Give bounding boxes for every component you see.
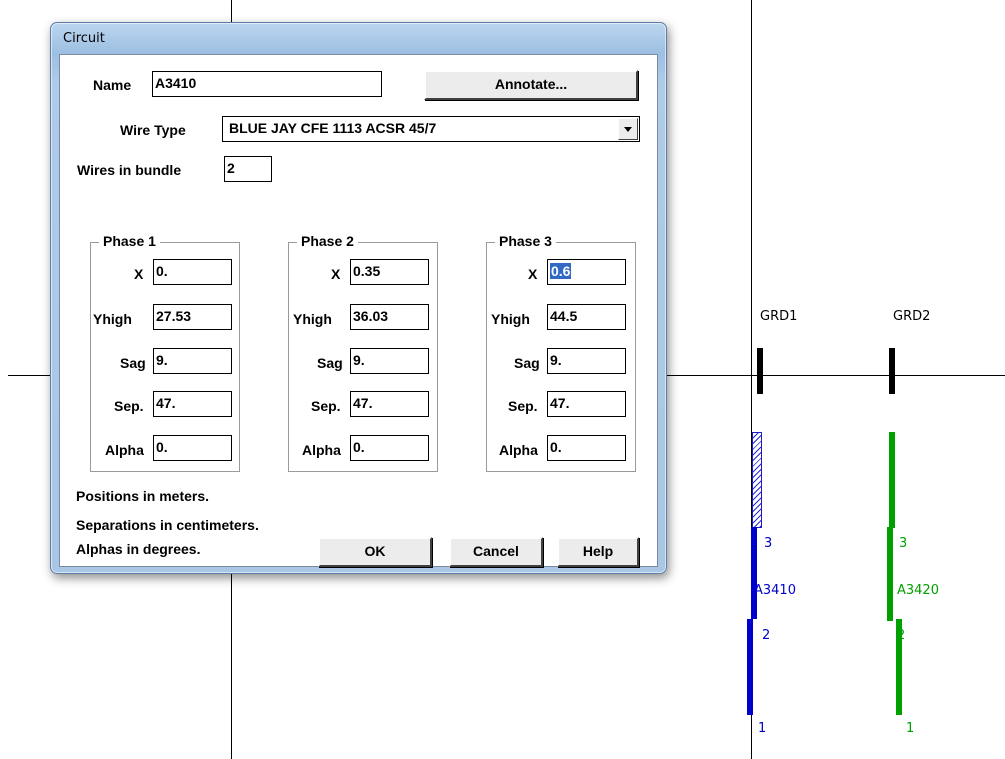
phase-1-sep-input[interactable]: 47. bbox=[153, 391, 232, 417]
circuit-a3410-name: A3410 bbox=[754, 583, 796, 598]
phase-2-sag-label: Sag bbox=[317, 355, 343, 371]
phase-1-yhigh-label: Yhigh bbox=[93, 311, 132, 327]
phase-1-x-input[interactable]: 0. bbox=[153, 259, 232, 285]
wire-type-value: BLUE JAY CFE 1113 ACSR 45/7 bbox=[229, 120, 437, 136]
phase-1-alpha-input[interactable]: 0. bbox=[153, 435, 232, 461]
note-alphas: Alphas in degrees. bbox=[76, 541, 201, 557]
phase-3-x-selected-text: 0.6 bbox=[550, 263, 572, 279]
phase-1-sag-input[interactable]: 9. bbox=[153, 348, 232, 374]
phase-1-sag-label: Sag bbox=[120, 355, 146, 371]
circuit-a3420-label-2: 2 bbox=[897, 628, 906, 643]
phase-2-alpha-label: Alpha bbox=[302, 442, 341, 458]
phase-3-x-label: X bbox=[528, 266, 538, 282]
ground-label-grd1: GRD1 bbox=[760, 309, 798, 324]
sag-region-hatched bbox=[752, 432, 762, 528]
phase-2-yhigh-label: Yhigh bbox=[293, 311, 332, 327]
phase-2-title: Phase 2 bbox=[297, 233, 358, 249]
circuit-a3410-phase-3 bbox=[751, 527, 757, 619]
phase-3-sag-input[interactable]: 9. bbox=[547, 348, 626, 374]
wires-in-bundle-input[interactable]: 2 bbox=[224, 156, 272, 182]
circuit-a3420-phase-3 bbox=[887, 527, 893, 621]
chevron-down-icon[interactable] bbox=[618, 118, 638, 140]
phase-2-x-input[interactable]: 0.35 bbox=[350, 259, 429, 285]
note-separations: Separations in centimeters. bbox=[76, 517, 259, 533]
wires-in-bundle-label: Wires in bundle bbox=[77, 162, 182, 178]
ok-button[interactable]: OK bbox=[318, 537, 432, 567]
circuit-a3420-label-1: 1 bbox=[906, 721, 915, 736]
phase-3-yhigh-label: Yhigh bbox=[491, 311, 530, 327]
name-label: Name bbox=[93, 77, 132, 93]
phase-3-sep-input[interactable]: 47. bbox=[547, 391, 626, 417]
phase-3-yhigh-input[interactable]: 44.5 bbox=[547, 304, 626, 330]
wire-type-select[interactable]: BLUE JAY CFE 1113 ACSR 45/7 bbox=[222, 116, 640, 142]
dialog-client-area: Name A3410 Annotate... Wire Type BLUE JA… bbox=[59, 54, 658, 567]
phase-1-title: Phase 1 bbox=[99, 233, 160, 249]
ground-wire-grd1 bbox=[757, 348, 763, 394]
help-button[interactable]: Help bbox=[557, 537, 639, 567]
phase-2-sag-input[interactable]: 9. bbox=[350, 348, 429, 374]
phase-1-alpha-label: Alpha bbox=[105, 442, 144, 458]
cancel-button[interactable]: Cancel bbox=[449, 537, 543, 567]
wire-type-label: Wire Type bbox=[120, 122, 186, 138]
phase-3-sep-label: Sep. bbox=[508, 398, 538, 414]
phase-1-sep-label: Sep. bbox=[114, 398, 144, 414]
note-positions: Positions in meters. bbox=[76, 488, 210, 504]
circuit-a3410-label-1: 1 bbox=[758, 721, 767, 736]
phase-2-x-label: X bbox=[331, 266, 341, 282]
phase-3-x-input[interactable]: 0.6 bbox=[547, 259, 626, 285]
annotate-button[interactable]: Annotate... bbox=[424, 70, 638, 100]
circuit-a3410-label-2: 2 bbox=[762, 628, 771, 643]
ground-label-grd2: GRD2 bbox=[893, 309, 931, 324]
phase-1-x-label: X bbox=[134, 266, 144, 282]
phase-3-sag-label: Sag bbox=[514, 355, 540, 371]
phase-3-alpha-input[interactable]: 0. bbox=[547, 435, 626, 461]
phase-1-yhigh-input[interactable]: 27.53 bbox=[153, 304, 232, 330]
phase-2-sep-input[interactable]: 47. bbox=[350, 391, 429, 417]
phase-2-sep-label: Sep. bbox=[311, 398, 341, 414]
name-input[interactable]: A3410 bbox=[152, 71, 382, 97]
circuit-a3410-label-3: 3 bbox=[764, 536, 773, 551]
phase-3-title: Phase 3 bbox=[495, 233, 556, 249]
circuit-a3420-label-3: 3 bbox=[899, 536, 908, 551]
circuit-dialog: Circuit Name A3410 Annotate... Wire Type… bbox=[50, 22, 667, 574]
dialog-title: Circuit bbox=[63, 31, 105, 46]
phase-2-yhigh-input[interactable]: 36.03 bbox=[350, 304, 429, 330]
phase-3-alpha-label: Alpha bbox=[499, 442, 538, 458]
ground-wire-grd2 bbox=[889, 348, 895, 394]
phase-2-alpha-input[interactable]: 0. bbox=[350, 435, 429, 461]
circuit-a3410-phase-2 bbox=[747, 619, 753, 715]
circuit-a3420-name: A3420 bbox=[897, 583, 939, 598]
circuit-a3420-phase-3-upper bbox=[889, 432, 895, 528]
